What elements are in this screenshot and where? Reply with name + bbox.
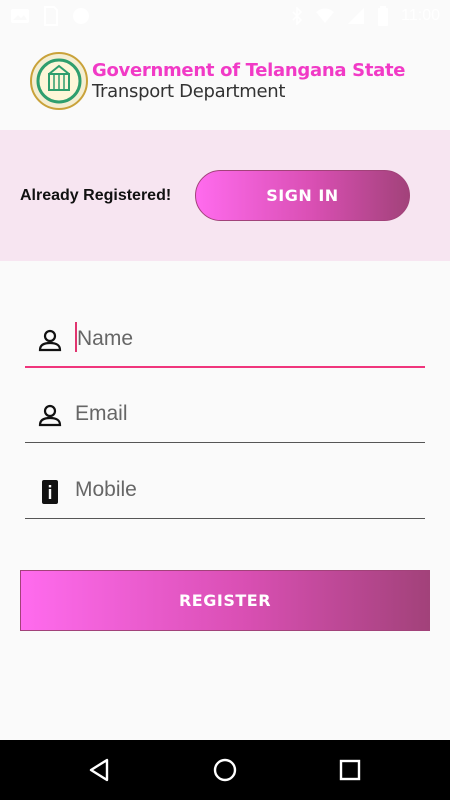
mobile-placeholder: Mobile xyxy=(75,478,137,501)
signal-icon xyxy=(348,8,365,24)
circle-notification-icon xyxy=(73,8,89,24)
register-button[interactable]: REGISTER xyxy=(20,570,430,631)
name-placeholder: Name xyxy=(77,327,134,350)
recents-icon[interactable] xyxy=(335,755,365,785)
wifi-icon xyxy=(316,8,335,23)
home-icon[interactable] xyxy=(210,755,240,785)
header: Government of Telangana State Transport … xyxy=(0,32,450,130)
mobile-info-icon xyxy=(42,480,58,504)
telangana-emblem-icon xyxy=(30,52,88,110)
status-time: 11:00 xyxy=(401,7,440,24)
department-title: Transport Department xyxy=(92,81,286,102)
battery-icon xyxy=(378,6,389,26)
mobile-field[interactable]: Mobile xyxy=(25,469,425,519)
name-field[interactable]: Name xyxy=(25,318,425,368)
bluetooth-icon xyxy=(292,7,303,25)
back-icon[interactable] xyxy=(85,755,115,785)
signin-section: Already Registered! SIGN IN xyxy=(0,130,450,261)
government-title: Government of Telangana State xyxy=(92,60,406,81)
sign-in-button[interactable]: SIGN IN xyxy=(195,170,410,221)
email-placeholder: Email xyxy=(75,402,128,425)
sim-icon xyxy=(44,6,58,26)
image-icon xyxy=(11,9,29,23)
already-registered-label: Already Registered! xyxy=(20,187,172,204)
status-bar: 11:00 xyxy=(0,0,450,32)
navigation-bar xyxy=(0,740,450,800)
email-field[interactable]: Email xyxy=(25,393,425,443)
person-icon xyxy=(38,404,62,427)
person-icon xyxy=(38,329,62,352)
